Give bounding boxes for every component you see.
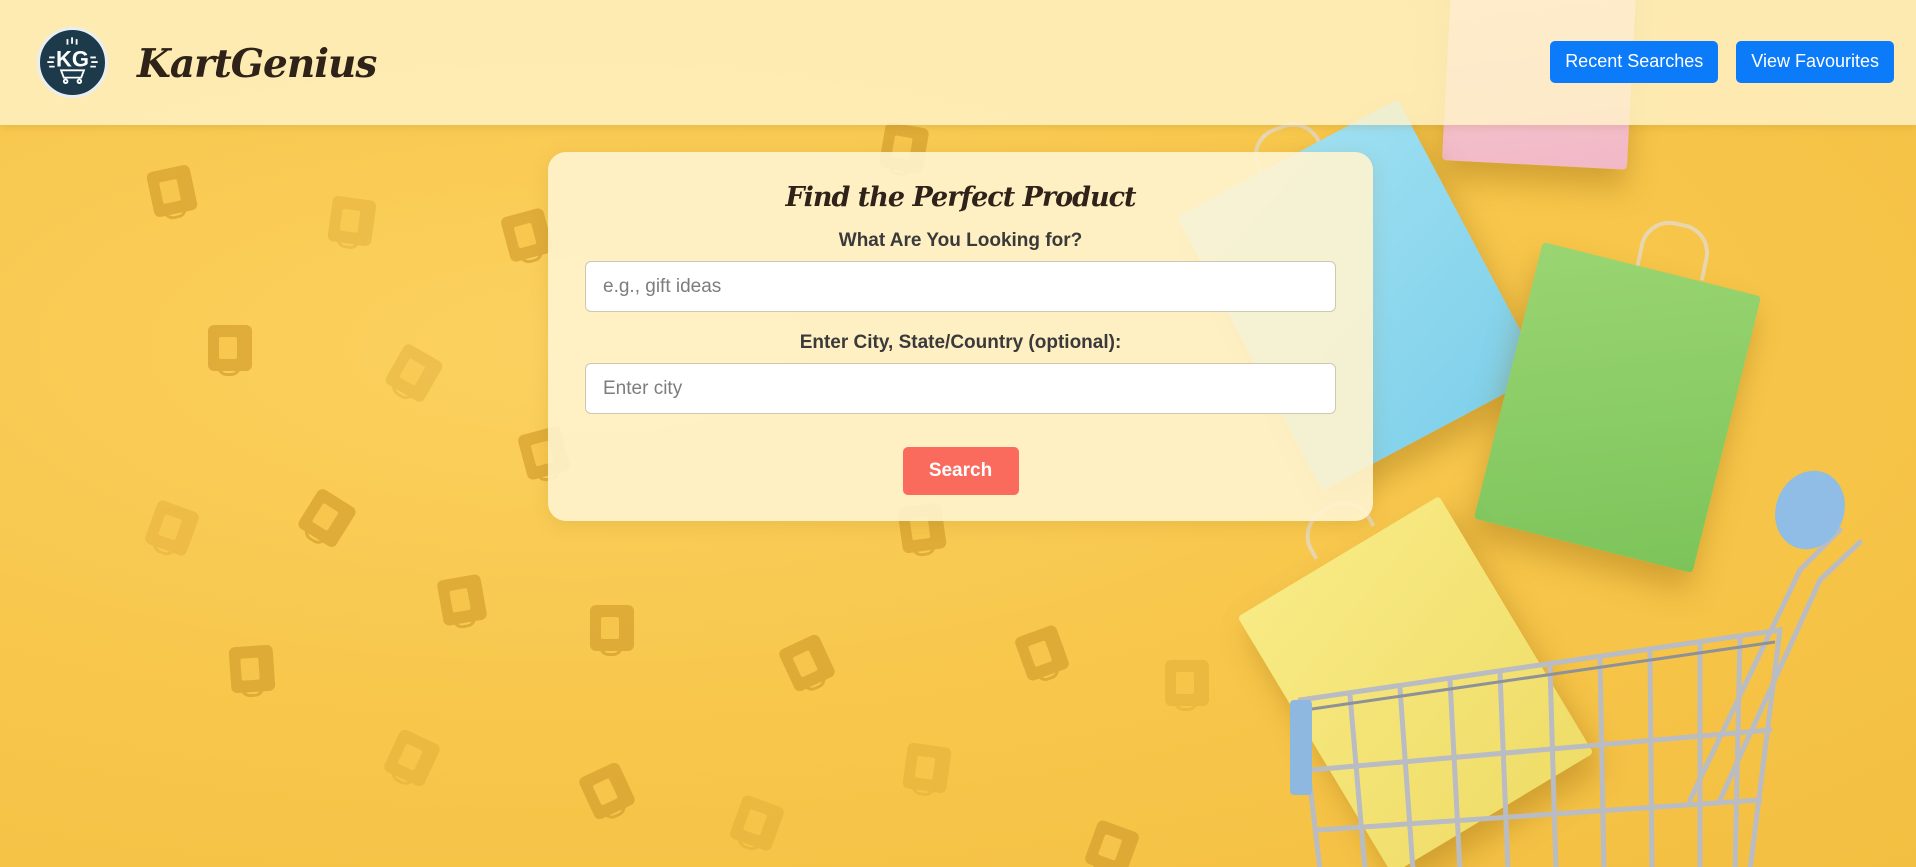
city-input[interactable] — [585, 363, 1336, 414]
search-card: Find the Perfect Product What Are You Lo… — [548, 152, 1373, 521]
shopping-bag-icon — [143, 498, 201, 558]
shopping-bag-icon — [577, 760, 637, 822]
shopping-bag-icon — [145, 163, 199, 219]
shopping-bag-icon — [902, 742, 952, 794]
shopping-bag-icon — [228, 644, 276, 694]
top-navbar: KG KartGenius Recent Searches View Favou… — [0, 0, 1916, 125]
kartgenius-logo[interactable]: KG — [37, 26, 108, 98]
logo-graphic: KG — [47, 36, 98, 84]
shopping-bag-icon — [296, 486, 358, 550]
search-card-title: Find the Perfect Product — [785, 182, 1136, 213]
shopping-bag-icon — [590, 605, 634, 656]
query-label: What Are You Looking for? — [838, 230, 1083, 251]
shopping-bag-icon — [728, 793, 786, 853]
product-search-input[interactable] — [585, 261, 1336, 312]
shopping-bag-icon — [499, 207, 555, 263]
shopping-bag-icon — [382, 727, 442, 789]
shopping-bag-icon — [1083, 818, 1141, 867]
shopping-bag-icon — [1165, 660, 1209, 711]
shopping-bag-icon — [777, 632, 837, 694]
view-favourites-button[interactable]: View Favourites — [1736, 40, 1894, 83]
location-label: Enter City, State/Country (optional): — [799, 332, 1122, 353]
recent-searches-button[interactable]: Recent Searches — [1550, 40, 1719, 83]
shopping-bag-icon — [1013, 623, 1071, 683]
shopping-cart-icon — [1290, 470, 1863, 867]
logo-text: KG — [56, 46, 89, 71]
shopping-bag-icon — [436, 573, 488, 627]
header-actions: Recent Searches View Favourites — [1550, 40, 1894, 83]
shopping-bag-icon — [383, 342, 445, 404]
brand-name[interactable]: KartGenius — [137, 41, 377, 87]
search-button[interactable]: Search — [902, 447, 1019, 495]
shopping-bag-icon — [327, 195, 377, 247]
shopping-bag-icon — [208, 325, 252, 376]
